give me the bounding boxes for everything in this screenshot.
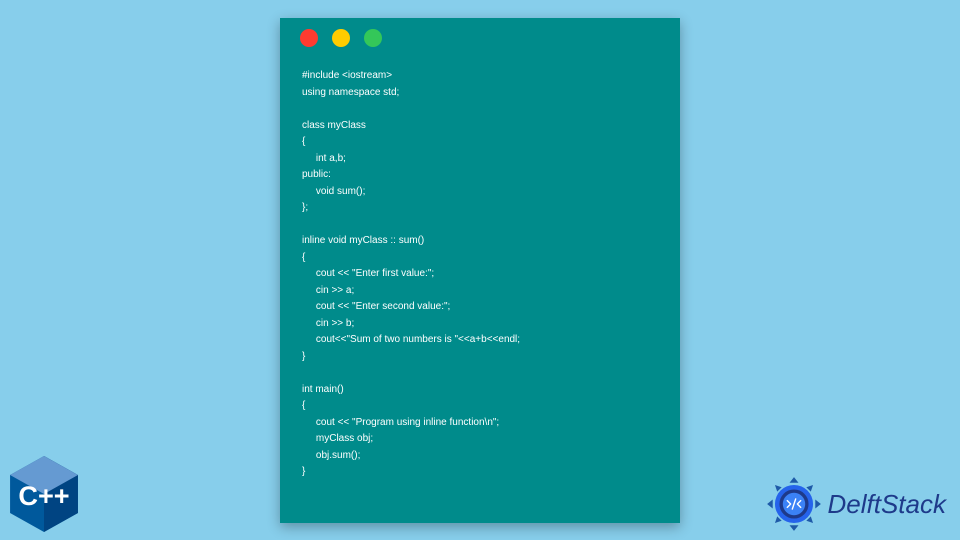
cpp-logo-icon: C++ [10, 456, 78, 532]
titlebar [280, 18, 680, 58]
maximize-icon[interactable] [364, 29, 382, 47]
code-window: #include <iostream> using namespace std;… [280, 18, 680, 523]
code-content: #include <iostream> using namespace std;… [280, 58, 680, 503]
delftstack-brand-text: DelftStack [828, 489, 947, 520]
delftstack-gear-icon [766, 476, 822, 532]
cpp-logo-text: C++ [18, 480, 69, 511]
minimize-icon[interactable] [332, 29, 350, 47]
close-icon[interactable] [300, 29, 318, 47]
delftstack-logo: DelftStack [766, 476, 947, 532]
